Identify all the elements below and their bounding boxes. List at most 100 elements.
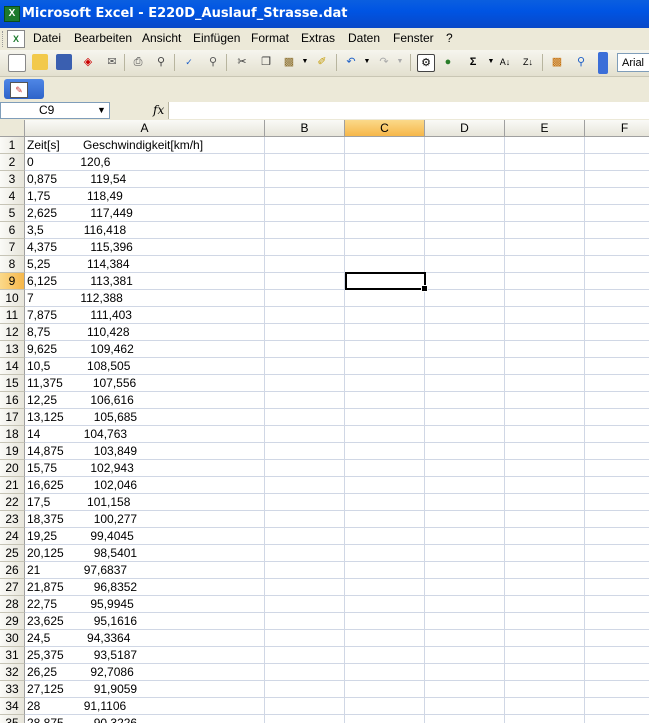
row-header[interactable]: 12 — [0, 324, 25, 341]
save-icon[interactable] — [56, 54, 72, 70]
cell-a23[interactable]: 18,375 100,277 — [25, 511, 265, 528]
row-header[interactable]: 4 — [0, 188, 25, 205]
row-header[interactable]: 8 — [0, 256, 25, 273]
cell-c25[interactable] — [345, 545, 425, 562]
cell-f34[interactable] — [585, 698, 649, 715]
cell-b14[interactable] — [265, 358, 345, 375]
cell-a19[interactable]: 14,875 103,849 — [25, 443, 265, 460]
row-header[interactable]: 30 — [0, 630, 25, 647]
row-header[interactable]: 16 — [0, 392, 25, 409]
cell-f28[interactable] — [585, 596, 649, 613]
cell-f2[interactable] — [585, 154, 649, 171]
cell-e19[interactable] — [505, 443, 585, 460]
cell-f16[interactable] — [585, 392, 649, 409]
cell-d28[interactable] — [425, 596, 505, 613]
cell-c35[interactable] — [345, 715, 425, 723]
cell-c7[interactable] — [345, 239, 425, 256]
cell-d11[interactable] — [425, 307, 505, 324]
sort-ascending-icon[interactable]: A↓ — [497, 54, 513, 70]
cell-c12[interactable] — [345, 324, 425, 341]
cell-a26[interactable]: 21 97,6837 — [25, 562, 265, 579]
cell-e30[interactable] — [505, 630, 585, 647]
cell-c17[interactable] — [345, 409, 425, 426]
cell-d8[interactable] — [425, 256, 505, 273]
active-cell-cursor[interactable] — [345, 272, 428, 292]
row-header[interactable]: 19 — [0, 443, 25, 460]
cell-d33[interactable] — [425, 681, 505, 698]
zoom-icon[interactable]: ⚲ — [573, 54, 589, 70]
cell-d18[interactable] — [425, 426, 505, 443]
column-header-f[interactable]: F — [585, 120, 649, 137]
cell-f10[interactable] — [585, 290, 649, 307]
row-header[interactable]: 21 — [0, 477, 25, 494]
undo-icon[interactable]: ↶ — [343, 54, 359, 70]
cell-b27[interactable] — [265, 579, 345, 596]
cell-a33[interactable]: 27,125 91,9059 — [25, 681, 265, 698]
cell-d1[interactable] — [425, 137, 505, 154]
row-header[interactable]: 14 — [0, 358, 25, 375]
menu-datei[interactable]: Datei — [33, 31, 61, 45]
row-header[interactable]: 3 — [0, 171, 25, 188]
cell-a28[interactable]: 22,75 95,9945 — [25, 596, 265, 613]
column-header-a[interactable]: A — [25, 120, 265, 137]
cell-e25[interactable] — [505, 545, 585, 562]
cell-c20[interactable] — [345, 460, 425, 477]
cell-c6[interactable] — [345, 222, 425, 239]
cell-d3[interactable] — [425, 171, 505, 188]
cell-b31[interactable] — [265, 647, 345, 664]
cell-c8[interactable] — [345, 256, 425, 273]
menu-help[interactable]: ? — [446, 31, 453, 45]
cell-b13[interactable] — [265, 341, 345, 358]
cell-e18[interactable] — [505, 426, 585, 443]
cell-a21[interactable]: 16,625 102,046 — [25, 477, 265, 494]
cell-b25[interactable] — [265, 545, 345, 562]
cell-e24[interactable] — [505, 528, 585, 545]
cell-f8[interactable] — [585, 256, 649, 273]
row-header[interactable]: 31 — [0, 647, 25, 664]
cell-d27[interactable] — [425, 579, 505, 596]
cell-f19[interactable] — [585, 443, 649, 460]
row-header[interactable]: 6 — [0, 222, 25, 239]
cell-f18[interactable] — [585, 426, 649, 443]
cell-d10[interactable] — [425, 290, 505, 307]
cell-c3[interactable] — [345, 171, 425, 188]
cell-d17[interactable] — [425, 409, 505, 426]
cell-a10[interactable]: 7 112,388 — [25, 290, 265, 307]
cell-f3[interactable] — [585, 171, 649, 188]
cell-c1[interactable] — [345, 137, 425, 154]
cell-f24[interactable] — [585, 528, 649, 545]
cell-f20[interactable] — [585, 460, 649, 477]
cell-e8[interactable] — [505, 256, 585, 273]
row-header[interactable]: 20 — [0, 460, 25, 477]
cell-f23[interactable] — [585, 511, 649, 528]
cell-c19[interactable] — [345, 443, 425, 460]
cell-a3[interactable]: 0,875 119,54 — [25, 171, 265, 188]
cell-b8[interactable] — [265, 256, 345, 273]
cell-d35[interactable] — [425, 715, 505, 723]
cell-c26[interactable] — [345, 562, 425, 579]
cell-b10[interactable] — [265, 290, 345, 307]
cell-b24[interactable] — [265, 528, 345, 545]
cell-a34[interactable]: 28 91,1106 — [25, 698, 265, 715]
print-icon[interactable]: ⎙ — [130, 54, 146, 70]
cell-a17[interactable]: 13,125 105,685 — [25, 409, 265, 426]
cell-c27[interactable] — [345, 579, 425, 596]
cell-e22[interactable] — [505, 494, 585, 511]
cell-d15[interactable] — [425, 375, 505, 392]
cell-d9[interactable] — [425, 273, 505, 290]
cell-b20[interactable] — [265, 460, 345, 477]
cell-f30[interactable] — [585, 630, 649, 647]
cell-b15[interactable] — [265, 375, 345, 392]
row-header[interactable]: 25 — [0, 545, 25, 562]
cell-d32[interactable] — [425, 664, 505, 681]
cell-f22[interactable] — [585, 494, 649, 511]
cell-e5[interactable] — [505, 205, 585, 222]
cell-a30[interactable]: 24,5 94,3364 — [25, 630, 265, 647]
cell-c29[interactable] — [345, 613, 425, 630]
cell-c14[interactable] — [345, 358, 425, 375]
cell-b33[interactable] — [265, 681, 345, 698]
row-header[interactable]: 9 — [0, 273, 25, 290]
cell-c33[interactable] — [345, 681, 425, 698]
cell-b7[interactable] — [265, 239, 345, 256]
cell-e29[interactable] — [505, 613, 585, 630]
